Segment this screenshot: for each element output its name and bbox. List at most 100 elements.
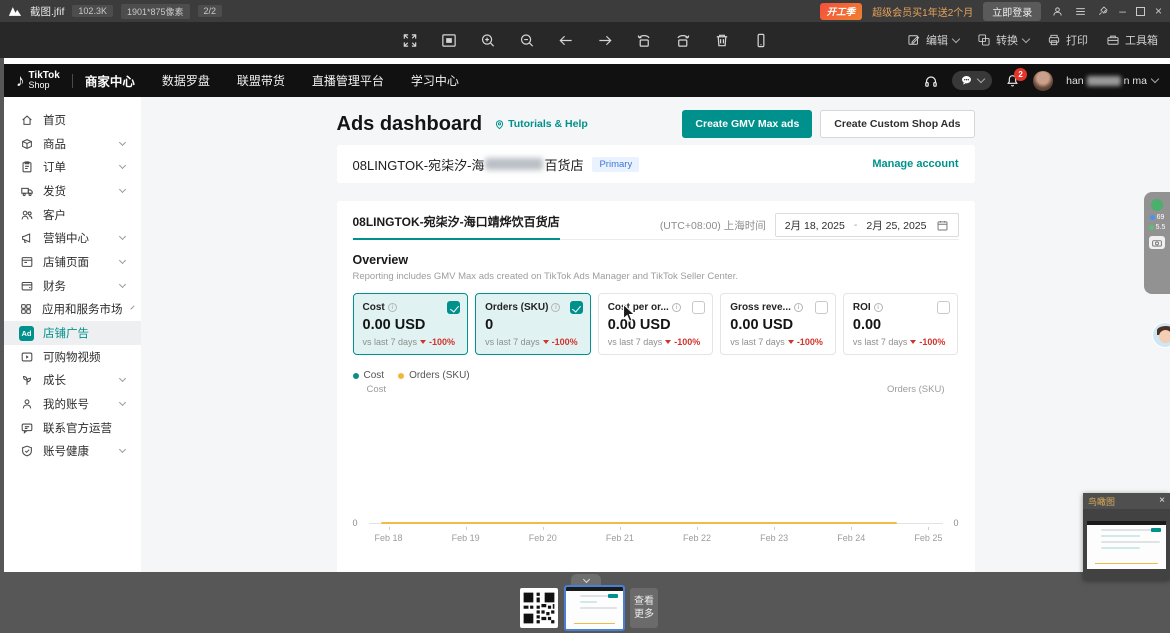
user-name[interactable]: han n ma (1066, 75, 1158, 87)
metric-card-cost-per-order[interactable]: Cost per or... 0.00 USD vs last 7 days-1… (598, 293, 714, 355)
create-custom-shop-ads-button[interactable]: Create Custom Shop Ads (820, 110, 974, 138)
sidebar-item-shoppable-video[interactable]: 可购物视频 (4, 345, 141, 369)
convert-icon (977, 33, 991, 47)
legend-orders-sku[interactable]: Orders (SKU) (398, 370, 470, 381)
arrow-left-icon[interactable] (554, 28, 578, 52)
fullscreen-icon[interactable] (398, 28, 422, 52)
nav-item-learning-center[interactable]: 学习中心 (411, 72, 459, 89)
close-icon[interactable]: × (1155, 5, 1162, 17)
metric-card-orders-sku[interactable]: Orders (SKU) 0 vs last 7 days-100% (475, 293, 591, 355)
checkbox-icon[interactable] (570, 301, 583, 314)
toolbox-button[interactable]: 工具箱 (1106, 32, 1158, 48)
checkbox-icon[interactable] (815, 301, 828, 314)
chevron-down-icon (119, 399, 126, 406)
shipping-icon (19, 184, 34, 198)
status-green-icon (1151, 199, 1163, 211)
checkbox-icon[interactable] (937, 301, 950, 314)
file-name: 截图.jfif (30, 4, 64, 19)
sidebar-item-apps-market[interactable]: 应用和服务市场 (4, 298, 141, 322)
menu-icon[interactable] (1074, 5, 1087, 18)
sidebar-item-store-pages[interactable]: 店铺页面 (4, 250, 141, 274)
arrow-right-icon[interactable] (593, 28, 617, 52)
sidebar-item-finance[interactable]: 财务 (4, 274, 141, 298)
metric-card-gross-revenue[interactable]: Gross reve... 0.00 USD vs last 7 days-10… (720, 293, 836, 355)
sidebar-item-contact-official[interactable]: 联系官方运营 (4, 416, 141, 440)
divider (72, 74, 73, 88)
login-button[interactable]: 立即登录 (983, 2, 1041, 21)
convert-button[interactable]: 转换 (977, 32, 1029, 48)
x-axis-labels: Feb 18 Feb 19 Feb 20 Feb 21 Feb 22 Feb 2… (375, 533, 943, 543)
sidebar-item-shop-ads[interactable]: Ad 店铺广告 (4, 321, 141, 345)
birdseye-window[interactable]: 鸟瞰图 × (1083, 493, 1170, 580)
print-button[interactable]: 打印 (1047, 32, 1088, 48)
info-icon[interactable] (794, 303, 803, 312)
side-widget-panel[interactable]: 69 5.5 (1144, 192, 1170, 294)
user-icon[interactable] (1051, 5, 1064, 18)
line-chart: 0 0 (353, 395, 959, 528)
sidebar-item-orders[interactable]: 订单 (4, 155, 141, 179)
chevron-down-icon (119, 257, 126, 264)
date-range-picker[interactable]: 2月 18, 2025 - 2月 25, 2025 (775, 213, 959, 237)
manage-account-link[interactable]: Manage account (872, 158, 958, 170)
shop-account-tab[interactable]: 08LINGTOK-宛柒汐-海口靖烨饮百货店 (353, 213, 560, 240)
sidebar-item-home[interactable]: 首页 (4, 108, 141, 132)
chevron-down-icon (119, 233, 126, 240)
sidebar-item-account-health[interactable]: 账号健康 (4, 440, 141, 464)
chevron-down-icon (130, 306, 134, 310)
metric-card-cost[interactable]: Cost 0.00 USD vs last 7 days-100% (353, 293, 469, 355)
maximize-icon[interactable] (1136, 7, 1145, 16)
close-icon[interactable]: × (1159, 496, 1165, 506)
edit-label: 编辑 (926, 32, 948, 48)
tutorials-help-link[interactable]: Tutorials & Help (494, 118, 588, 130)
sidebar-item-shipping[interactable]: 发货 (4, 179, 141, 203)
info-icon[interactable] (388, 303, 397, 312)
view-more-button[interactable]: 查看更多 (630, 588, 658, 628)
metric-card-roi[interactable]: ROI 0.00 vs last 7 days-100% (843, 293, 959, 355)
delta-down-icon (543, 340, 549, 344)
nav-item-live-management[interactable]: 直播管理平台 (312, 72, 384, 89)
thumbnail-current-image[interactable] (564, 585, 625, 631)
minimize-icon[interactable]: – (1119, 5, 1126, 17)
checkbox-icon[interactable] (692, 301, 705, 314)
thumbnail-qr-code[interactable] (520, 588, 558, 628)
camera-icon[interactable] (1149, 236, 1165, 249)
sidebar-item-my-account[interactable]: 我的账号 (4, 392, 141, 416)
nav-item-seller-center[interactable]: 商家中心 (85, 71, 135, 90)
info-icon[interactable] (874, 303, 883, 312)
avatar[interactable] (1033, 71, 1053, 91)
tiktok-navbar: ♪ TikTok Shop 商家中心 数据罗盘 联盟带货 直播管理平台 学习中心 (4, 64, 1170, 97)
chevron-down-icon (119, 446, 126, 453)
info-icon[interactable] (672, 303, 681, 312)
sidebar-item-marketing-center[interactable]: 营销中心 (4, 226, 141, 250)
image-viewer-window: 截图.jfif 102.3K 1901*875像素 2/2 开工季 超级会员买1… (0, 0, 1170, 633)
delta-down-icon (910, 340, 916, 344)
zoom-out-icon[interactable] (515, 28, 539, 52)
rotate-ccw-icon[interactable] (632, 28, 656, 52)
user-name-end: n ma (1124, 75, 1147, 87)
nav-item-data-compass[interactable]: 数据罗盘 (162, 72, 210, 89)
sidebar-item-growth[interactable]: 成长 (4, 369, 141, 393)
contact-icon (19, 421, 34, 435)
sidebar-item-customers[interactable]: 客户 (4, 203, 141, 227)
rotate-cw-icon[interactable] (671, 28, 695, 52)
legend-cost[interactable]: Cost (353, 370, 385, 381)
notifications-button[interactable]: 2 (1005, 73, 1020, 88)
fit-screen-icon[interactable] (437, 28, 461, 52)
headset-icon[interactable] (923, 73, 939, 89)
checkbox-icon[interactable] (447, 301, 460, 314)
tiktok-shop-logo[interactable]: ♪ TikTok Shop (16, 71, 60, 91)
birdseye-title: 鸟瞰图 (1088, 495, 1115, 508)
delete-icon[interactable] (710, 28, 734, 52)
calendar-icon (936, 219, 949, 232)
create-gmv-max-ads-button[interactable]: Create GMV Max ads (682, 110, 812, 138)
edit-button[interactable]: 编辑 (907, 32, 959, 48)
sidebar-item-products[interactable]: 商品 (4, 132, 141, 156)
pin-icon[interactable] (1097, 5, 1109, 17)
info-icon[interactable] (551, 303, 560, 312)
edit-icon (907, 33, 921, 47)
messages-button[interactable] (952, 71, 992, 90)
zoom-in-icon[interactable] (476, 28, 500, 52)
phone-icon[interactable] (749, 28, 773, 52)
metrics-row: Cost 0.00 USD vs last 7 days-100% Orders… (353, 293, 959, 355)
nav-item-affiliate[interactable]: 联盟带货 (237, 72, 285, 89)
